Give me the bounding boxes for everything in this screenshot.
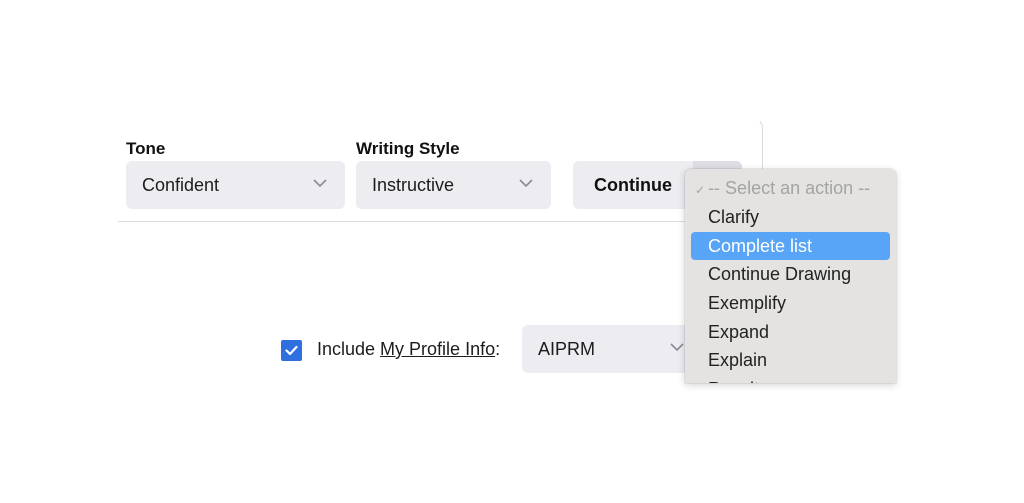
checkmark-icon xyxy=(285,345,298,356)
tone-label: Tone xyxy=(126,139,166,158)
tone-value: Confident xyxy=(142,174,220,195)
chevron-down-icon xyxy=(519,179,533,188)
continue-button[interactable]: Continue xyxy=(573,161,693,209)
menu-item-expand[interactable]: Expand xyxy=(691,318,890,346)
include-profile-label: Include My Profile Info: xyxy=(317,339,500,360)
menu-item-rewrite[interactable]: Rewrite xyxy=(691,375,890,383)
colon: : xyxy=(495,339,501,359)
chevron-down-icon xyxy=(670,343,684,352)
my-profile-info-link[interactable]: My Profile Info xyxy=(380,339,495,359)
check-icon: ✓ xyxy=(695,183,706,197)
include-profile-checkbox[interactable] xyxy=(281,340,302,361)
menu-item-explain[interactable]: Explain xyxy=(691,346,890,374)
tone-select[interactable]: Confident xyxy=(126,161,345,209)
menu-item-continue-drawing[interactable]: Continue Drawing xyxy=(691,260,890,288)
menu-item-clarify[interactable]: Clarify xyxy=(691,203,890,231)
writing-style-value: Instructive xyxy=(372,174,455,195)
action-dropdown-menu: ✓ -- Select an action -- Clarify Complete… xyxy=(685,169,896,383)
placeholder-text: -- Select an action -- xyxy=(708,178,871,198)
menu-item-placeholder[interactable]: ✓ -- Select an action -- xyxy=(691,174,890,202)
include-text: Include xyxy=(317,339,381,359)
menu-item-complete-list[interactable]: Complete list xyxy=(691,232,890,260)
profile-select[interactable]: AIPRM xyxy=(522,325,702,373)
divider xyxy=(118,221,698,222)
writing-style-label: Writing Style xyxy=(356,139,460,158)
chevron-down-icon xyxy=(313,179,327,188)
menu-item-exemplify[interactable]: Exemplify xyxy=(691,289,890,317)
profile-value: AIPRM xyxy=(538,338,596,359)
writing-style-select[interactable]: Instructive xyxy=(356,161,551,209)
